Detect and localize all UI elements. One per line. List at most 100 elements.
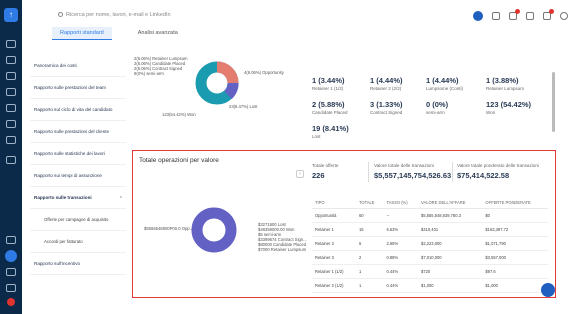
cell-weighted: $97.6: [482, 264, 548, 279]
pie-label: $7000 Retainer Lumpsum: [258, 247, 307, 252]
cell-value: $5,555,548,839,780.3: [418, 208, 483, 223]
column-header-weighted[interactable]: OFFERTE PONDERATE: [482, 197, 548, 209]
column-header-total[interactable]: TOTALE: [355, 197, 384, 209]
menu-item-incentive[interactable]: Rapporto sull'incentivo: [30, 253, 126, 275]
nav-users-icon[interactable]: [6, 56, 16, 64]
kpi-value: 2 (5.88%): [312, 100, 345, 109]
kpi-label: semi-arm: [426, 110, 445, 115]
menu-item-client-performance[interactable]: Rapporto sulle prestazioni del cliente: [30, 121, 126, 143]
nav-calendar-icon[interactable]: [6, 88, 16, 96]
nav-briefcase-icon[interactable]: [6, 72, 16, 80]
kpi-value: 0 (0%): [426, 100, 449, 109]
table-row: Retainer 1 (1/2) 1 0.44% $720 $97.6: [312, 264, 548, 279]
column-header-type[interactable]: TIPO: [312, 197, 356, 209]
menu-item-cost-overview[interactable]: Panoramica dei costi: [30, 55, 126, 77]
menu-item-revenue-deals[interactable]: Accordi per fatturato: [30, 231, 126, 253]
menu-item-transactions-label: Rapporto sulle transazioni: [34, 195, 92, 200]
report-menu: Panoramica dei costi Rapporto sulle pres…: [30, 55, 126, 275]
cell-weighted: $1,000: [482, 278, 548, 293]
column-header-deal-value[interactable]: VALORE DELL'AFFARE: [418, 197, 483, 209]
messages-icon[interactable]: [543, 9, 554, 20]
kpi-value: 1 (3.88%): [486, 76, 519, 85]
donut-ring-opportunity: [191, 207, 237, 253]
clock-icon[interactable]: [492, 12, 500, 20]
message-badge: [549, 9, 554, 14]
stat-value-total-offers: 226: [312, 171, 325, 180]
cell-type: Retainer 1 (1/2): [312, 264, 356, 279]
stat-label-total-offers: Totale offerte: [312, 163, 339, 168]
search-placeholder: Ricerca per nome, lavori, e-mail e Linke…: [66, 12, 171, 18]
cell-type: Retainer 1: [312, 222, 356, 237]
collapse-icon[interactable]: ‹: [296, 170, 304, 178]
pie-label-opportunity: $5555548800P00.0 Opp...: [144, 226, 194, 231]
pie-label-opportunity: 4(6.06%) Opportunity: [244, 70, 284, 75]
table-row: Opportunità 60 -- $5,555,548,839,780.3 $…: [312, 208, 548, 223]
menu-item-transactions[interactable]: Rapporto sulle transazioni ^: [30, 187, 126, 209]
stat-value-total-value: $5,557,145,754,526.63: [374, 171, 452, 180]
cell-value: $1,000: [418, 278, 483, 293]
cell-type: Retainer 3: [312, 250, 356, 265]
kpi-label: Retainer 1 (1/2): [312, 86, 344, 91]
menu-item-time-to-hire[interactable]: Rapporto sui tempi di assunzione: [30, 165, 126, 187]
table-row: Retainer 3 2 0.88% $7,010,000 $3,557,000: [312, 250, 548, 265]
tab-standard-reports[interactable]: Rapporti standard: [52, 27, 112, 40]
nav-alert-icon[interactable]: [7, 298, 15, 306]
add-icon[interactable]: [473, 11, 483, 21]
nav-settings-icon[interactable]: [6, 156, 16, 164]
chat-support-button[interactable]: [541, 283, 555, 297]
tab-advanced-analysis[interactable]: Analisi avanzata: [130, 27, 186, 40]
kpi-label: Lumpsome (Conti): [426, 86, 464, 91]
table-row: Retainer 2 6 2.65% $2,223,000 $1,071,790: [312, 236, 548, 251]
stat-value-weighted-value: $75,414,522.58: [457, 171, 510, 180]
donut-slice-lost: [223, 82, 239, 99]
stat-label-total-value: Valore totale delle transazioni: [374, 163, 434, 168]
nav-help-icon[interactable]: [6, 236, 16, 244]
app-logo[interactable]: ↑: [4, 8, 18, 22]
notification-badge: [515, 9, 520, 14]
cell-value: $7,010,000: [418, 250, 483, 265]
nav-mail-icon[interactable]: [6, 104, 16, 112]
menu-item-acquisition-offers[interactable]: Offerte per campagne di acquisito: [30, 209, 126, 231]
nav-docs-icon[interactable]: [6, 268, 16, 276]
donut-slice-opportunity: [216, 61, 239, 84]
stat-label-weighted-value: Valore totale ponderato delle transazion…: [457, 163, 539, 168]
nav-apps-icon[interactable]: [6, 284, 16, 292]
cell-type: Opportunità: [312, 208, 356, 223]
kpi-value: 19 (8.41%): [312, 124, 349, 133]
cell-rate: 0.44%: [383, 264, 419, 279]
avatar[interactable]: [560, 12, 568, 20]
gift-icon[interactable]: [526, 12, 534, 20]
search-input[interactable]: Ricerca per nome, lavori, e-mail e Linke…: [58, 12, 171, 18]
notifications-icon[interactable]: [509, 9, 520, 20]
pie-label-lost: 23(6.47%) Lost: [229, 104, 258, 109]
cell-total: 2: [355, 250, 384, 265]
nav-reports-active-icon[interactable]: [5, 250, 17, 262]
app-sidebar: ↑: [0, 0, 22, 314]
nav-chat-icon[interactable]: [6, 120, 16, 128]
search-icon: [58, 12, 63, 18]
cell-total: 6: [355, 236, 384, 251]
cell-type: Retainer 2: [312, 236, 356, 251]
report-tabs: Rapporti standard Analisi avanzata: [52, 27, 186, 40]
deals-donut-chart: [191, 207, 237, 253]
toolbar-icons: [473, 9, 568, 21]
cell-weighted: $3,557,000: [482, 250, 548, 265]
menu-item-candidate-lifecycle[interactable]: Rapporto sul ciclo di vita del candidato: [30, 99, 126, 121]
column-header-rate[interactable]: TASSO (%): [383, 197, 419, 209]
menu-item-job-statistics[interactable]: Rapporto sulle statistiche dei lavori: [30, 143, 126, 165]
nav-home-icon[interactable]: [6, 40, 16, 48]
kpi-value: 123 (54.42%): [486, 100, 532, 109]
menu-item-team-performance[interactable]: Rapporto sulle prestazioni del team: [30, 77, 126, 99]
deals-table: TIPO TOTALE TASSO (%) VALORE DELL'AFFARE…: [312, 197, 548, 293]
kpi-label: Retainer Lumpsum: [486, 86, 525, 91]
cell-rate: --: [383, 208, 419, 223]
top-bar: Ricerca per nome, lavori, e-mail e Linke…: [22, 0, 578, 44]
cell-value: $410,401: [418, 222, 483, 237]
cell-total: 15: [355, 222, 384, 237]
panel-scrollbar[interactable]: [552, 72, 555, 132]
chevron-up-icon: ^: [119, 195, 122, 200]
top-pie-legend: 2(6.06%) Retainer Lumpsum 2(6.06%) Candi…: [134, 56, 188, 76]
nav-chart-icon[interactable]: [6, 136, 16, 144]
kpi-label: Lost: [312, 134, 321, 139]
pie-label-won: 123(54.42%) Won: [162, 112, 196, 117]
